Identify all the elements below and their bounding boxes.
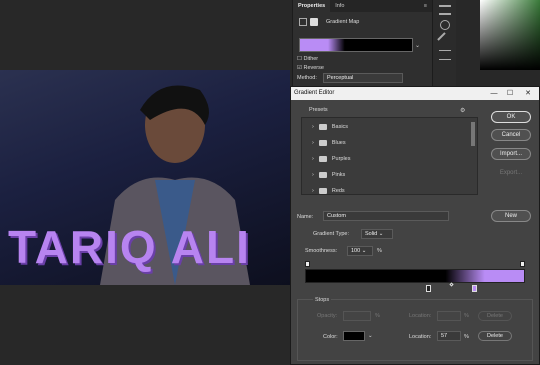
folder-icon — [318, 172, 327, 178]
preset-folder[interactable]: › Pinks — [312, 170, 345, 180]
dither-checkbox[interactable]: ☐ Dither — [297, 56, 318, 62]
dialog-title: Gradient Editor — [294, 90, 335, 96]
midpoint-diamond[interactable] — [449, 282, 454, 287]
folder-icon — [318, 124, 327, 130]
delete-opacity-stop-button: Delete — [478, 311, 512, 321]
tool-strip — [432, 0, 456, 86]
stops-label: Stops — [313, 297, 332, 303]
maximize-icon[interactable]: ☐ — [503, 87, 517, 100]
opacity-input — [343, 311, 371, 321]
preset-label: Reds — [331, 188, 345, 194]
gear-icon[interactable]: ⚙ — [460, 107, 465, 114]
close-icon[interactable]: ✕ — [521, 87, 535, 100]
adjustment-icon — [299, 18, 307, 26]
color-stop-purple[interactable] — [472, 285, 477, 292]
stops-group — [297, 299, 533, 361]
location-input-top — [437, 311, 461, 321]
location-label: Location: — [409, 313, 432, 319]
smoothness-input[interactable]: 100 ⌄ — [347, 246, 373, 256]
chevron-down-icon[interactable]: ⌄ — [415, 42, 420, 49]
gradient-type-value: Solid — [365, 231, 378, 237]
gradient-bar[interactable] — [305, 269, 525, 283]
opacity-stop-left[interactable] — [305, 261, 310, 267]
opacity-stop-right[interactable] — [520, 261, 525, 267]
properties-panel: Properties Info ≡ Gradient Map ⌄ ☐ Dithe… — [292, 0, 432, 86]
opacity-unit: % — [375, 313, 380, 319]
minimize-icon[interactable]: — — [487, 87, 501, 100]
tab-info[interactable]: Info — [330, 0, 349, 12]
presets-list: › Basics › Blues › Purples › Pinks › Reds — [301, 117, 478, 195]
color-label: Color: — [323, 334, 338, 340]
ok-button[interactable]: OK — [491, 111, 531, 123]
overlay-title-text: TARIQ ALI — [8, 221, 251, 273]
delete-color-stop-button[interactable]: Delete — [478, 331, 512, 341]
location-label-bottom: Location: — [409, 334, 432, 340]
adjustments-icon[interactable] — [438, 5, 451, 15]
preset-label: Blues — [331, 140, 346, 146]
gradient-type-select[interactable]: Solid ⌄ — [361, 229, 393, 239]
color-picker-field[interactable] — [480, 0, 540, 70]
preset-folder[interactable]: › Basics — [312, 122, 348, 132]
folder-icon — [318, 188, 327, 194]
presets-scrollbar[interactable] — [471, 122, 475, 146]
location-unit-top: % — [464, 313, 469, 319]
method-select[interactable]: Perceptual — [323, 73, 403, 83]
panel-tabs: Properties Info ≡ — [293, 0, 432, 12]
name-label: Name: — [297, 214, 314, 220]
gradient-type-label: Gradient Type: — [313, 231, 349, 237]
gradient-editor-dialog: Gradient Editor — ☐ ✕ Presets ⚙ › Basics … — [290, 86, 540, 365]
info-icon[interactable] — [439, 20, 450, 30]
presets-label: Presets — [309, 107, 328, 113]
location-unit-bottom: % — [464, 334, 469, 340]
smoothness-value: 100 — [351, 248, 361, 254]
preset-folder[interactable]: › Blues — [312, 138, 346, 148]
mask-icon[interactable] — [310, 18, 318, 26]
preset-folder[interactable]: › Reds — [312, 186, 345, 196]
export-button: Export... — [499, 170, 523, 176]
smoothness-unit: % — [377, 248, 382, 254]
preset-label: Purples — [331, 156, 351, 162]
dither-label: Dither — [303, 56, 319, 62]
panel-menu-icon[interactable]: ≡ — [419, 0, 432, 12]
new-button[interactable]: New — [491, 210, 531, 222]
sliders-icon[interactable] — [438, 50, 451, 60]
preset-label: Pinks — [331, 172, 346, 178]
method-label: Method: — [297, 75, 317, 81]
brush-icon[interactable] — [436, 32, 453, 48]
color-stop-black[interactable] — [426, 285, 431, 292]
layer-type-label: Gradient Map — [326, 19, 360, 25]
folder-icon — [318, 140, 327, 146]
name-input[interactable]: Custom — [323, 211, 449, 221]
chevron-down-icon[interactable]: ⌄ — [368, 333, 373, 339]
folder-icon — [318, 156, 327, 162]
cancel-button[interactable]: Cancel — [491, 129, 531, 141]
dialog-titlebar: Gradient Editor — ☐ ✕ — [291, 87, 539, 100]
method-value: Perceptual — [327, 75, 354, 81]
tab-properties[interactable]: Properties — [293, 0, 331, 12]
opacity-label: Opacity: — [317, 313, 338, 319]
import-button[interactable]: Import... — [491, 148, 531, 160]
smoothness-label: Smoothness: — [305, 248, 338, 254]
stop-color-swatch[interactable] — [343, 331, 365, 341]
reverse-checkbox[interactable]: ☑ Reverse — [297, 65, 324, 71]
reverse-label: Reverse — [303, 65, 324, 71]
gradient-preview[interactable] — [299, 38, 413, 52]
preset-folder[interactable]: › Purples — [312, 154, 351, 164]
document-canvas[interactable]: TARIQ ALI — [0, 70, 290, 285]
location-input-bottom[interactable]: 57 — [437, 331, 461, 341]
preset-label: Basics — [331, 124, 349, 130]
